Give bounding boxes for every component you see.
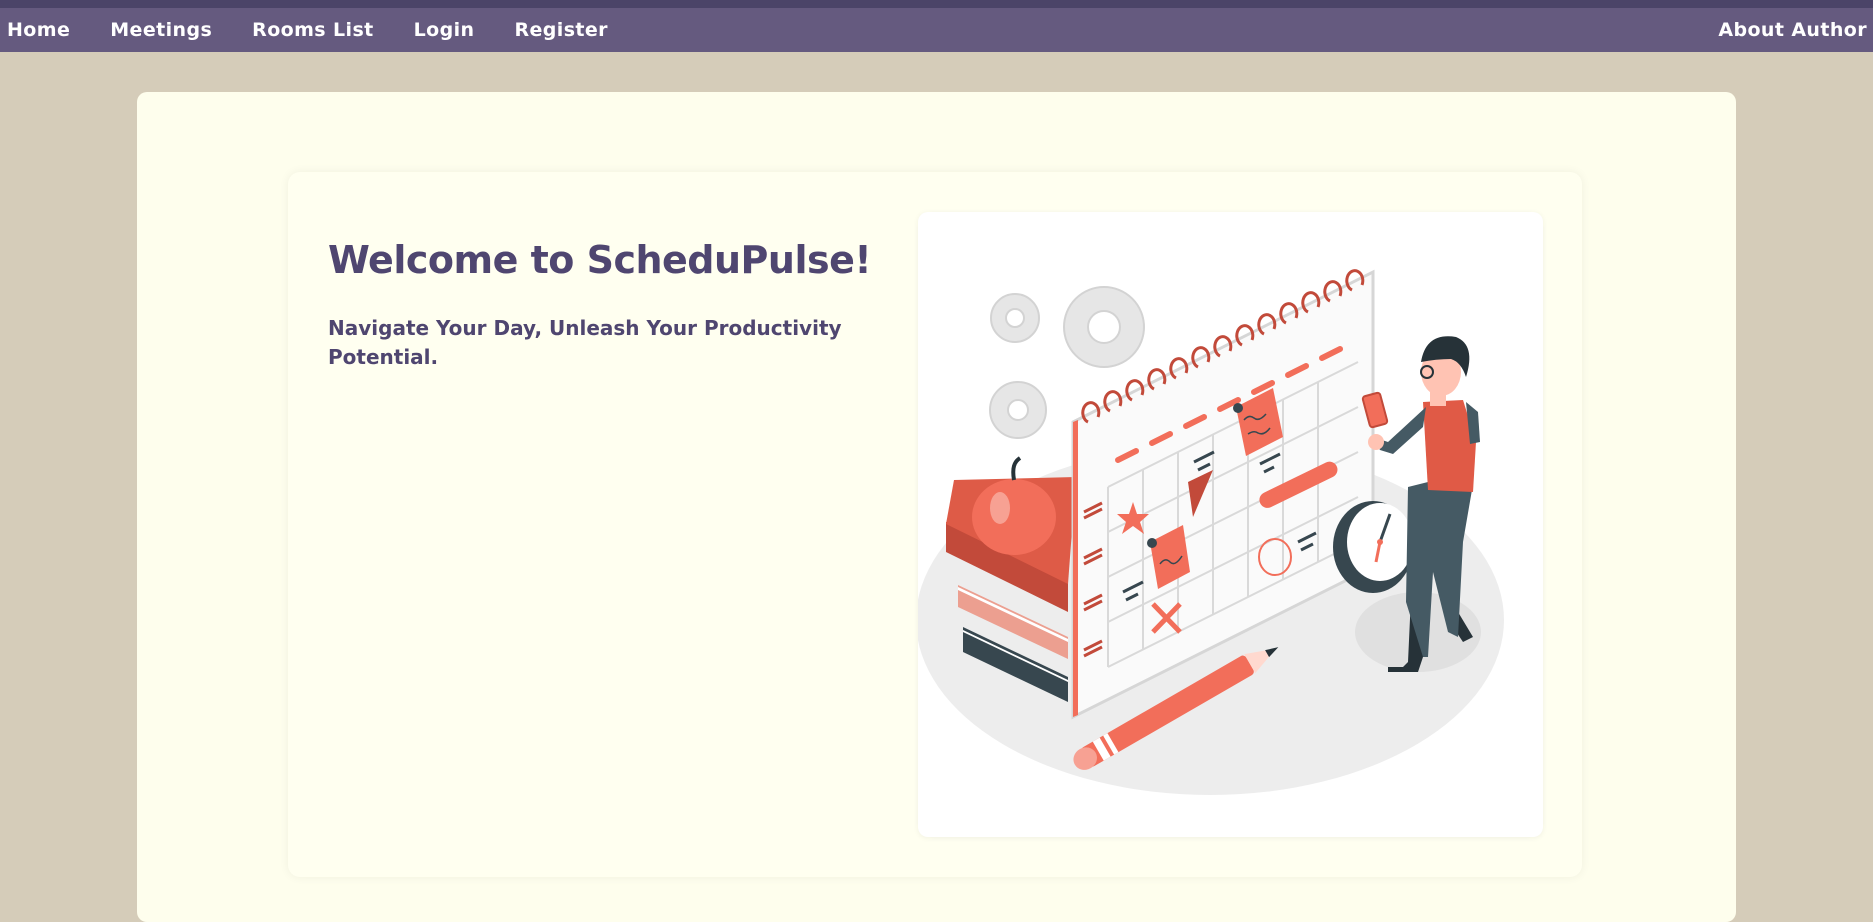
nav-rooms-list[interactable]: Rooms List <box>252 19 373 41</box>
nav-about-author[interactable]: About Author <box>1718 19 1867 41</box>
nav-register[interactable]: Register <box>514 19 607 41</box>
nav-home[interactable]: Home <box>7 19 70 41</box>
nav-login[interactable]: Login <box>414 19 475 41</box>
hero-illustration <box>918 212 1543 837</box>
apple-icon <box>972 456 1056 555</box>
calendar-planning-illustration <box>918 269 1504 795</box>
top-accent-strip <box>0 0 1873 8</box>
nav-links: Home Meetings Rooms List Login Register <box>7 8 648 52</box>
welcome-subtitle: Navigate Your Day, Unleash Your Producti… <box>328 316 842 369</box>
top-navbar: Home Meetings Rooms List Login Register … <box>0 8 1873 52</box>
main-content-card: Welcome to ScheduPulse! Navigate Your Da… <box>137 92 1736 922</box>
nav-meetings[interactable]: Meetings <box>110 19 212 41</box>
nav-right: About Author <box>1718 8 1867 52</box>
clock-icon <box>1333 501 1413 593</box>
hero-card: Welcome to ScheduPulse! Navigate Your Da… <box>288 172 1582 877</box>
welcome-title: Welcome to ScheduPulse! <box>328 238 872 282</box>
